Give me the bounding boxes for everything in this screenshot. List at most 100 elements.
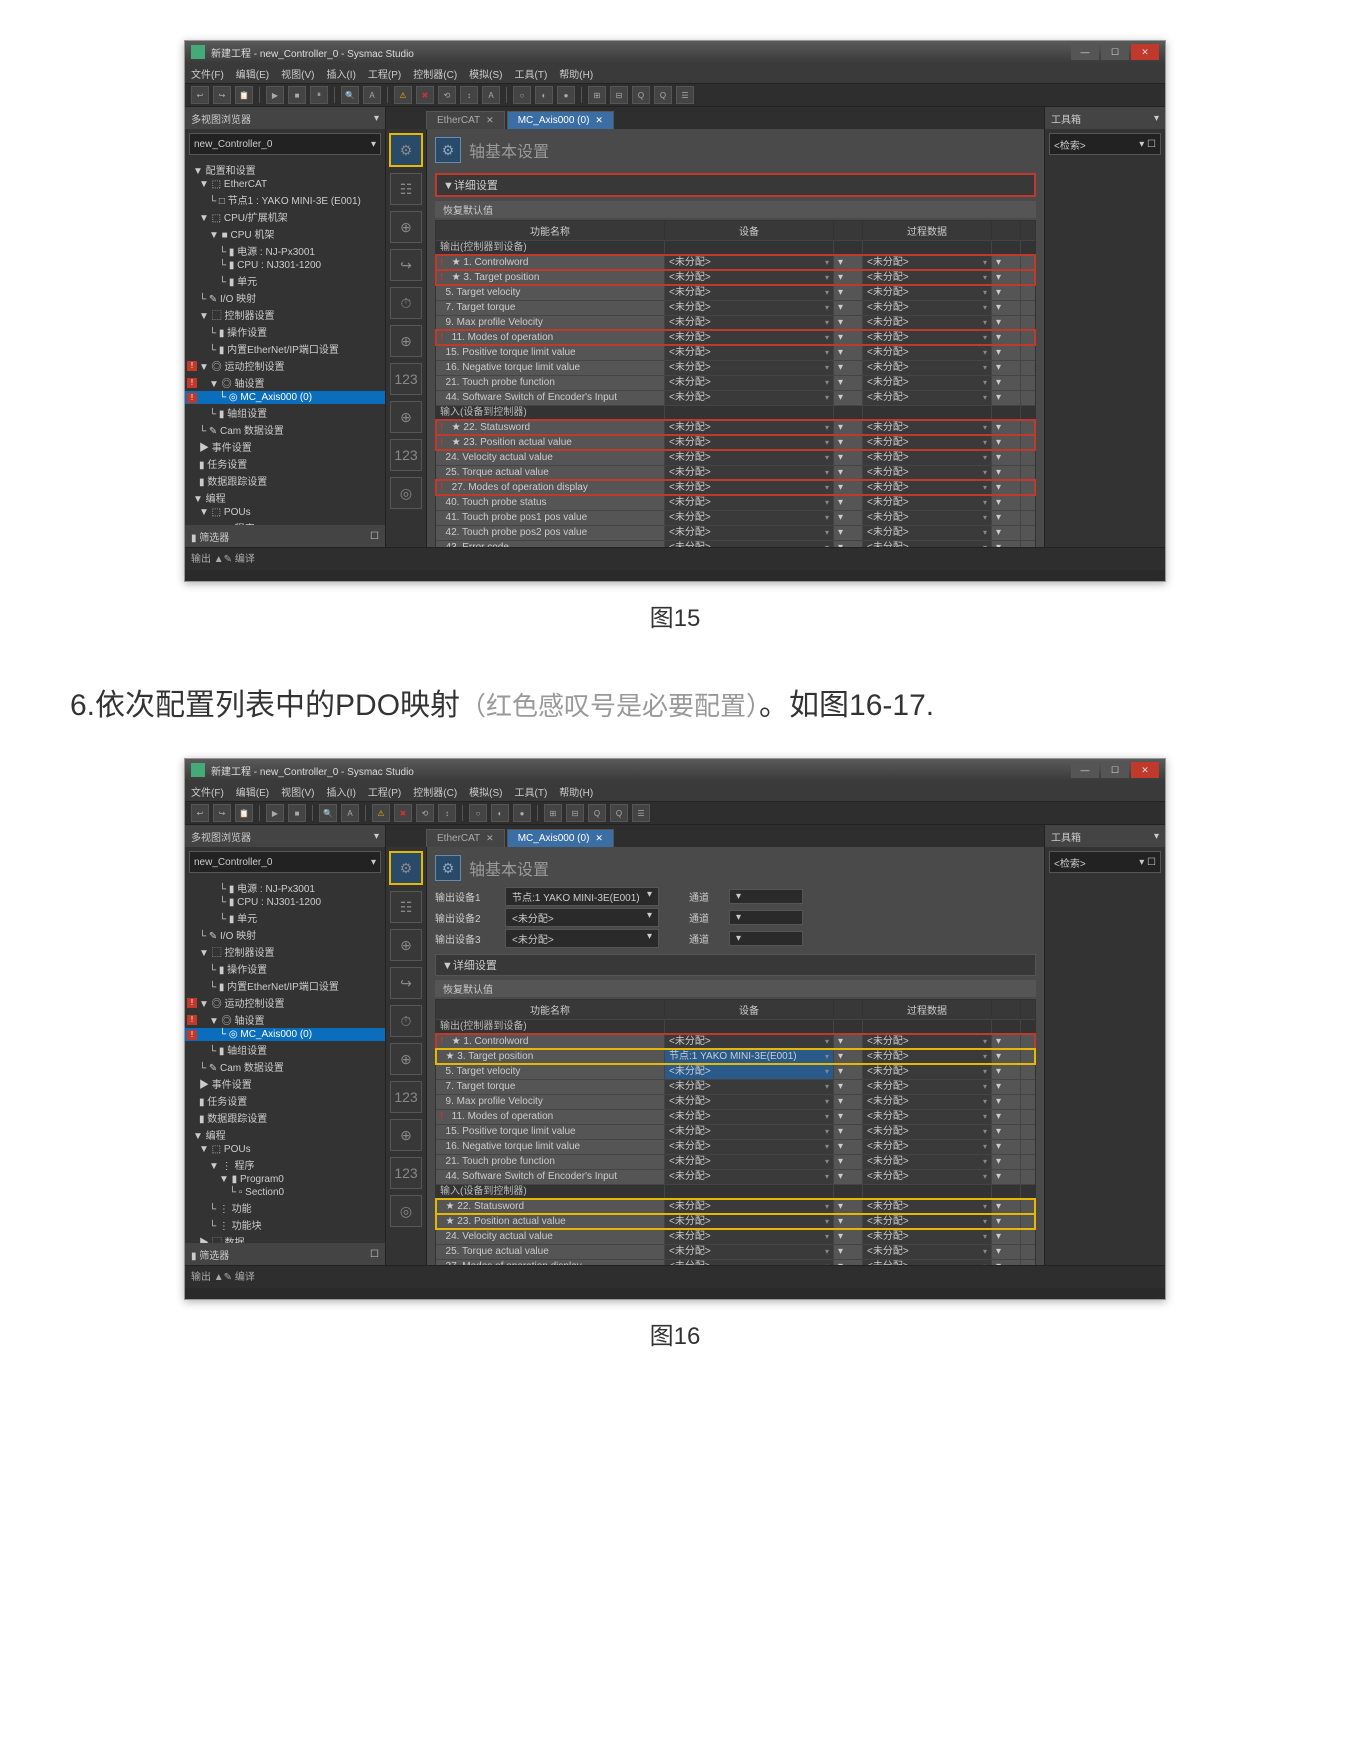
tree-node[interactable]: ▼ ■ CPU 机架 (185, 225, 385, 242)
menu-item[interactable]: 文件(F) (191, 66, 224, 81)
menu-item[interactable]: 工程(P) (368, 784, 401, 799)
maximize-button[interactable]: ☐ (1101, 44, 1129, 60)
tool-btn[interactable]: ● (557, 86, 575, 104)
table-row[interactable]: 44. Software Switch of Encoder's Input<未… (436, 390, 1035, 405)
tree-node[interactable]: └ ⋮ 功能 (185, 1199, 385, 1216)
tree-node[interactable]: ▼ ⬚ POUs (185, 1143, 385, 1156)
tool-btn[interactable]: ✖ (416, 86, 434, 104)
table-row[interactable]: 16. Negative torque limit value<未分配>▾<未分… (436, 1139, 1035, 1154)
tool-btn[interactable]: ⊟ (566, 804, 584, 822)
tool-btn[interactable]: ⊟ (610, 86, 628, 104)
tree-node[interactable]: ▶ 事件设置 (185, 1075, 385, 1092)
tree-node[interactable]: └ ▫ Section0 (185, 1186, 385, 1199)
tool-btn[interactable]: ● (513, 804, 531, 822)
menu-item[interactable]: 视图(V) (281, 66, 314, 81)
controller-combo[interactable]: new_Controller_0▾ (189, 133, 381, 155)
side-icon[interactable]: ⊕ (390, 211, 422, 243)
table-row[interactable]: 24. Velocity actual value<未分配>▾<未分配>▾ (436, 450, 1035, 465)
tree-node[interactable]: └ ✎ Cam 数据设置 (185, 1058, 385, 1075)
tree-node[interactable]: ▼ ▮ Program0 (185, 1173, 385, 1186)
table-row[interactable]: ! 27. Modes of operation display<未分配>▾<未… (436, 480, 1035, 495)
tool-btn[interactable]: Q (610, 804, 628, 822)
tool-btn[interactable]: ↕ (460, 86, 478, 104)
side-icon[interactable]: ⊕ (390, 401, 422, 433)
table-row[interactable]: 15. Positive torque limit value<未分配>▾<未分… (436, 1124, 1035, 1139)
tool-btn[interactable]: Q (588, 804, 606, 822)
tab[interactable]: EtherCAT✕ (426, 829, 505, 847)
tool-btn[interactable]: ▶ (266, 86, 284, 104)
table-row[interactable]: 27. Modes of operation display<未分配>▾<未分配… (436, 1259, 1035, 1265)
controller-combo[interactable]: new_Controller_0▾ (189, 851, 381, 873)
table-row[interactable]: ★ 22. Statusword<未分配>▾<未分配>▾ (436, 1199, 1035, 1214)
tree-node[interactable]: ▮ 数据跟踪设置 (185, 1109, 385, 1126)
side-icon[interactable]: 123 (390, 1081, 422, 1113)
menu-item[interactable]: 工具(T) (515, 784, 548, 799)
tab[interactable]: MC_Axis000 (0)✕ (507, 111, 614, 129)
side-icon[interactable]: ◎ (390, 1195, 422, 1227)
table-row[interactable]: 44. Software Switch of Encoder's Input<未… (436, 1169, 1035, 1184)
table-row[interactable]: ! ★ 22. Statusword<未分配>▾<未分配>▾ (436, 420, 1035, 435)
table-row[interactable]: ! 11. Modes of operation<未分配>▾<未分配>▾ (436, 1109, 1035, 1124)
tree-node[interactable]: ▮ 任务设置 (185, 1092, 385, 1109)
side-icon-axis[interactable]: ⚙ (389, 133, 423, 167)
tool-btn[interactable]: ⏸ (310, 86, 328, 104)
tree-node[interactable]: ▼ ⬚ EtherCAT (185, 178, 385, 191)
side-icon[interactable]: ⏱ (390, 287, 422, 319)
table-row[interactable]: ! 11. Modes of operation<未分配>▾<未分配>▾ (436, 330, 1035, 345)
tree-node[interactable]: └ ◎ MC_Axis000 (0) (185, 1028, 385, 1041)
menu-item[interactable]: 编辑(E) (236, 66, 269, 81)
tool-btn[interactable]: ⚠ (394, 86, 412, 104)
table-row[interactable]: 21. Touch probe function<未分配>▾<未分配>▾ (436, 375, 1035, 390)
search-combo[interactable]: <检索>▾ ☐ (1049, 851, 1161, 873)
side-icon[interactable]: ⊕ (390, 1043, 422, 1075)
tree-node[interactable]: └ ▮ CPU : NJ301-1200 (185, 896, 385, 909)
tree-node[interactable]: ▼ ⬚ CPU/扩展机架 (185, 208, 385, 225)
menu-item[interactable]: 模拟(S) (469, 784, 502, 799)
table-row[interactable]: 25. Torque actual value<未分配>▾<未分配>▾ (436, 1244, 1035, 1259)
menu-item[interactable]: 工程(P) (368, 66, 401, 81)
tree-node[interactable]: └ ✎ I/O 映射 (185, 289, 385, 306)
tree-node[interactable]: └ ▮ 轴组设置 (185, 1041, 385, 1058)
tool-btn[interactable]: A (363, 86, 381, 104)
tool-btn[interactable]: ■ (288, 86, 306, 104)
tree-node[interactable]: └ ⋮ 功能块 (185, 1216, 385, 1233)
table-row[interactable]: 40. Touch probe status<未分配>▾<未分配>▾ (436, 495, 1035, 510)
side-icon[interactable]: ⊕ (390, 325, 422, 357)
tool-btn[interactable]: ↩ (191, 86, 209, 104)
tree-node[interactable]: ▼ ◎ 轴设置 (185, 374, 385, 391)
side-icon[interactable]: ☷ (390, 891, 422, 923)
tool-btn[interactable]: ⊞ (588, 86, 606, 104)
side-icon[interactable]: 123 (390, 1157, 422, 1189)
tree-node[interactable]: ▼ ⬚ 控制器设置 (185, 306, 385, 323)
tree-node[interactable]: ▼ ◎ 运动控制设置 (185, 994, 385, 1011)
tree-node[interactable]: └ ▮ 电源 : NJ-Px3001 (185, 242, 385, 259)
maximize-button[interactable]: ☐ (1101, 762, 1129, 778)
menu-item[interactable]: 帮助(H) (559, 66, 593, 81)
tree-node[interactable]: └ ▮ 单元 (185, 272, 385, 289)
side-icon[interactable]: ⊕ (390, 929, 422, 961)
restore-default-button[interactable]: 恢复默认值 (435, 980, 1036, 997)
menu-item[interactable]: 编辑(E) (236, 784, 269, 799)
filter-bar[interactable]: ▮ 筛选器☐ (185, 1243, 385, 1265)
tool-btn[interactable]: ↪ (213, 804, 231, 822)
search-combo[interactable]: <检索>▾ ☐ (1049, 133, 1161, 155)
table-row[interactable]: 25. Torque actual value<未分配>▾<未分配>▾ (436, 465, 1035, 480)
tool-btn[interactable]: A (482, 86, 500, 104)
tree-node[interactable]: └ ▮ 单元 (185, 909, 385, 926)
table-row[interactable]: ! ★ 1. Controlword<未分配>▾<未分配>▾ (436, 1034, 1035, 1049)
tool-btn[interactable]: ✖ (394, 804, 412, 822)
tool-btn[interactable]: ⚠ (372, 804, 390, 822)
detail-section[interactable]: ▼详细设置 (435, 173, 1036, 197)
tree-node[interactable]: ▼ ⬚ POUs (185, 506, 385, 519)
filter-bar[interactable]: ▮ 筛选器☐ (185, 525, 385, 547)
table-row[interactable]: 15. Positive torque limit value<未分配>▾<未分… (436, 345, 1035, 360)
menu-item[interactable]: 帮助(H) (559, 784, 593, 799)
restore-default-button[interactable]: 恢复默认值 (435, 201, 1036, 218)
project-tree[interactable]: ▼ 配置和设置▼ ⬚ EtherCAT└ □ 节点1 : YAKO MINI-3… (185, 159, 385, 525)
side-icon[interactable]: ↪ (390, 249, 422, 281)
table-row[interactable]: 21. Touch probe function<未分配>▾<未分配>▾ (436, 1154, 1035, 1169)
device-select[interactable]: <未分配> ▾ (505, 929, 659, 948)
tool-btn[interactable]: ↕ (438, 804, 456, 822)
side-icon[interactable]: ☷ (390, 173, 422, 205)
menu-item[interactable]: 插入(I) (326, 784, 355, 799)
